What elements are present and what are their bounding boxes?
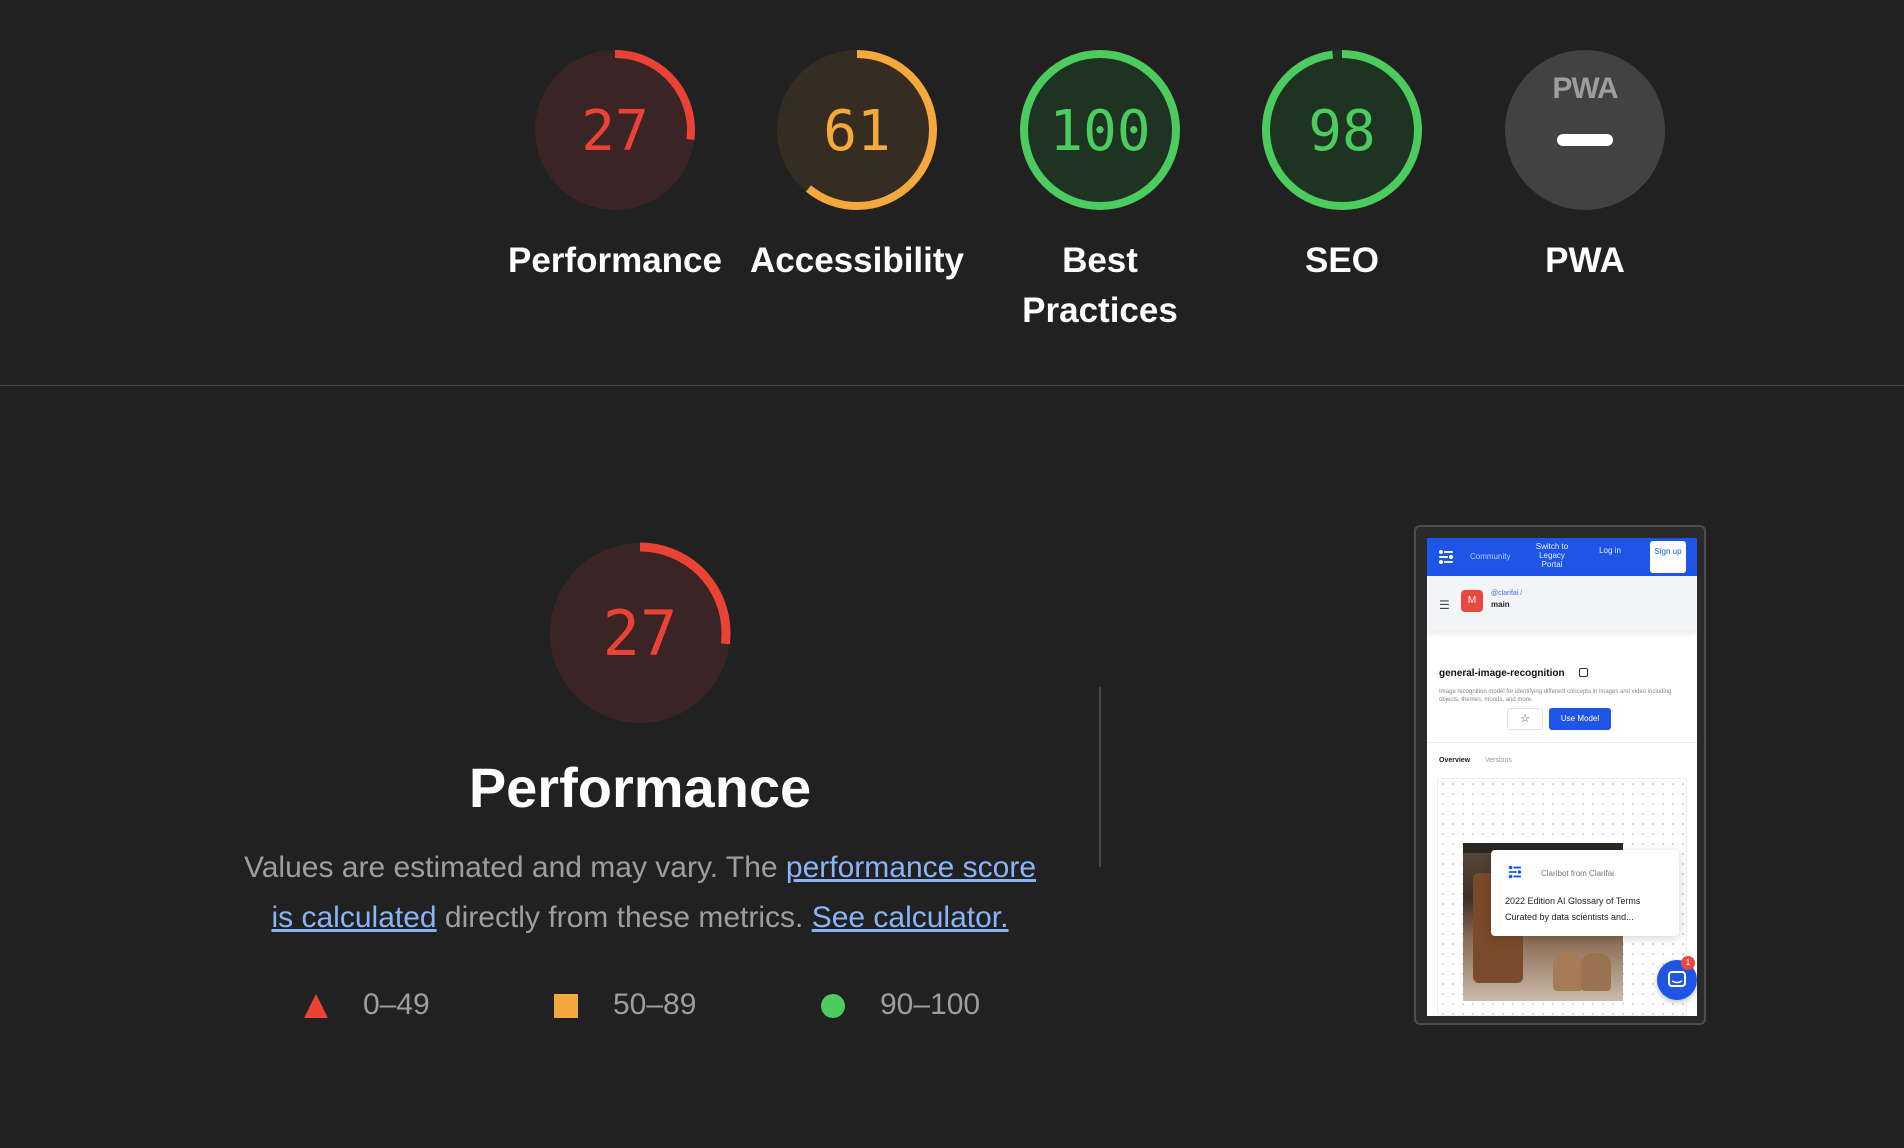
lighthouse-report: 27 Performance 61 Accessibility 100 Best… [0,0,1904,1148]
section-divider [0,385,1904,386]
seo-gauge-ring: 98 [1262,50,1422,210]
best-practices-gauge-ring: 100 [1020,50,1180,210]
chat-sender: Claribot from Clarifai [1541,869,1614,878]
gauge-pwa[interactable]: PWA PWA [1465,46,1705,286]
nav-community: Community [1470,552,1511,561]
gauge-best-practices[interactable]: 100 Best Practices [980,46,1220,336]
pwa-dash-icon [1557,134,1613,146]
legend-average-range: 50–89 [613,988,697,1021]
gauge-performance[interactable]: 27 Performance [495,46,735,286]
triangle-icon [304,994,328,1018]
performance-score: 27 [581,99,648,164]
nav-switch-portal: Switch to Legacy Portal [1535,542,1569,569]
hamburger-icon: ☰ [1439,598,1450,612]
vertical-divider [1099,687,1101,867]
screenshot-navbar: Community Switch to Legacy Portal Log in… [1427,538,1697,576]
performance-label: Performance [508,241,722,280]
model-description: Image recognition model for identifying … [1439,689,1672,703]
star-icon: ☆ [1507,708,1543,730]
avatar: M [1461,590,1483,612]
org-name: @clarifai / [1491,590,1523,597]
score-legend: 0–49 50–89 90–100 [0,985,1100,1025]
circle-icon [821,994,845,1018]
notification-badge: 1 [1681,956,1695,970]
legend-fail-range: 0–49 [363,988,430,1021]
performance-gauge-ring: 27 [535,50,695,210]
pwa-badge-icon: PWA [1505,50,1665,210]
score-gauges: 27 Performance 61 Accessibility 100 Best… [0,0,1904,385]
performance-description: Values are estimated and may vary. The p… [230,843,1050,943]
tab-overview: Overview [1439,757,1471,764]
performance-detail-gauge: 27 [545,538,735,728]
gauge-seo[interactable]: 98 SEO [1222,46,1462,286]
chat-popup: Claribot from Clarifai 2022 Edition AI G… [1491,850,1679,936]
screenshot-separator [1427,742,1697,743]
accessibility-label: Accessibility [750,241,964,280]
performance-detail-ring: 27 [549,542,731,724]
see-calculator-link[interactable]: See calculator. [812,901,1009,934]
use-model-button: Use Model [1549,708,1611,730]
accessibility-gauge-ring: 61 [777,50,937,210]
gauge-accessibility[interactable]: 61 Accessibility [737,46,977,286]
branch-name: main [1491,600,1510,609]
chat-sender-org: from Clarifai [1570,869,1614,878]
pwa-label: PWA [1545,241,1625,280]
tab-versions: Versions [1485,757,1512,764]
legend-pass-range: 90–100 [880,988,981,1021]
performance-detail-score: 27 [603,597,678,670]
best-practices-label: Best Practices [1022,241,1178,330]
screenshot-org-bar: ☰ M @clarifai / main [1427,576,1697,630]
description-prefix: Values are estimated and may vary. The [243,851,786,884]
final-screenshot-frame[interactable]: Community Switch to Legacy Portal Log in… [1414,525,1706,1025]
nav-login: Log in [1599,546,1621,555]
model-title: general-image-recognition [1439,668,1565,679]
final-screenshot: Community Switch to Legacy Portal Log in… [1427,538,1697,1016]
square-icon [554,994,578,1018]
seo-score: 98 [1308,99,1375,164]
description-middle: directly from these metrics. [436,901,812,934]
seo-label: SEO [1305,241,1379,280]
accessibility-score: 61 [823,99,890,164]
nav-signup: Sign up [1650,541,1686,573]
chat-message-line1: 2022 Edition AI Glossary of Terms [1505,896,1641,906]
pwa-badge-text: PWA [1552,72,1618,105]
chat-message-line2: Curated by data scientists and... [1505,912,1634,922]
copy-icon [1579,668,1588,677]
chat-sender-name: Claribot [1541,869,1569,878]
clarifai-logo-icon [1439,550,1453,564]
claribot-logo-icon [1508,865,1522,879]
performance-title: Performance [468,756,812,819]
best-practices-score: 100 [1049,99,1150,164]
